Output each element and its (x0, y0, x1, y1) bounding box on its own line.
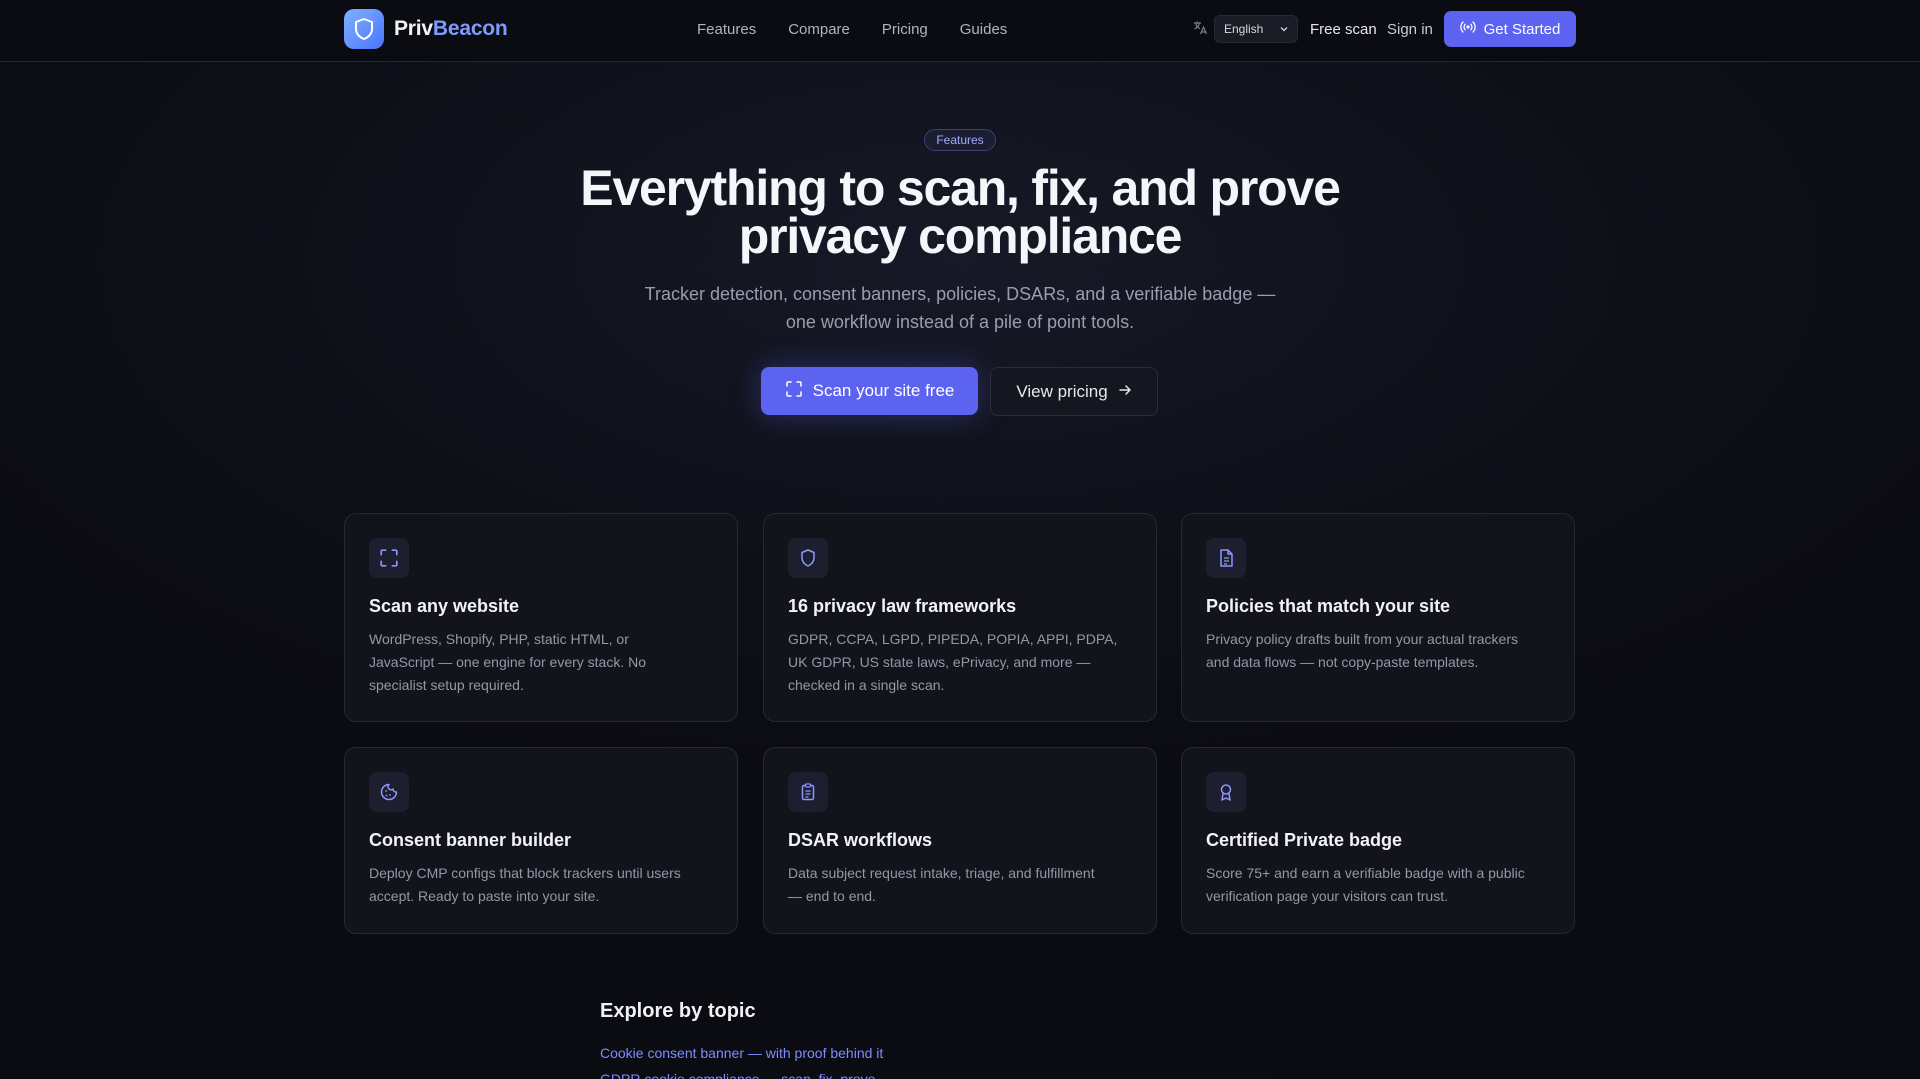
nav-link-compare[interactable]: Compare (788, 21, 850, 38)
nav-links: Features Compare Pricing Guides (697, 21, 1007, 38)
feature-card-scan: Scan any website WordPress, Shopify, PHP… (344, 513, 738, 722)
feature-description: GDPR, CCPA, LGPD, PIPEDA, POPIA, APPI, P… (788, 631, 1118, 693)
feature-description: Data subject request intake, triage, and… (788, 865, 1095, 904)
language-select[interactable]: English (1214, 15, 1298, 43)
broadcast-icon (1459, 19, 1476, 39)
feature-card-frameworks: 16 privacy law frameworks GDPR, CCPA, LG… (763, 513, 1157, 722)
title-line-1: Everything to scan, fix, and prove (580, 160, 1341, 216)
section-badge: Features (924, 129, 996, 151)
arrow-right-icon (1118, 382, 1132, 402)
view-pricing-button[interactable]: View pricing (990, 367, 1158, 416)
feature-description: Score 75+ and earn a verifiable badge wi… (1206, 865, 1525, 904)
feature-card-policies: Policies that match your site Privacy po… (1181, 513, 1575, 722)
shield-logo-icon (344, 9, 384, 49)
shield-icon (788, 538, 828, 578)
feature-description: Deploy CMP configs that block trackers u… (369, 865, 681, 904)
clipboard-icon (788, 772, 828, 812)
feature-card-dsar: DSAR workflows Data subject request inta… (763, 747, 1157, 934)
subtitle-line-1: Tracker detection, consent banners, poli… (644, 284, 1276, 304)
award-icon (1206, 772, 1246, 812)
language-value: English (1224, 22, 1264, 36)
free-scan-link[interactable]: Free scan (1310, 21, 1377, 38)
brand-name: PrivBeacon (394, 17, 508, 40)
scan-icon (369, 538, 409, 578)
topics-heading: Explore by topic (600, 1000, 756, 1022)
scan-site-label: Scan your site free (812, 381, 955, 400)
translate-icon (1192, 20, 1210, 38)
feature-description: Privacy policy drafts built from your ac… (1206, 631, 1518, 670)
scan-icon (785, 380, 803, 403)
brand-logo[interactable]: PrivBeacon (344, 9, 508, 49)
document-icon (1206, 538, 1246, 578)
feature-title: DSAR workflows (788, 830, 933, 850)
chevron-down-icon (1279, 23, 1289, 37)
nav-link-pricing[interactable]: Pricing (882, 21, 928, 38)
feature-card-consent: Consent banner builder Deploy CMP config… (344, 747, 738, 934)
get-started-button[interactable]: Get Started (1444, 11, 1576, 47)
feature-title: Certified Private badge (1206, 830, 1403, 850)
feature-title: Consent banner builder (369, 830, 572, 850)
sign-in-link[interactable]: Sign in (1387, 21, 1433, 38)
nav-link-features[interactable]: Features (697, 21, 756, 38)
feature-title: Scan any website (369, 596, 520, 616)
feature-description: WordPress, Shopify, PHP, static HTML, or… (369, 631, 647, 693)
feature-card-badge: Certified Private badge Score 75+ and ea… (1181, 747, 1575, 934)
nav-link-guides[interactable]: Guides (960, 21, 1008, 38)
view-pricing-label: View pricing (1016, 381, 1108, 401)
page-title: Everything to scan, fix, and prove priva… (460, 160, 1460, 264)
scan-site-button[interactable]: Scan your site free (761, 367, 978, 415)
topic-link-gdpr-cookies[interactable]: GDPR cookie compliance — scan, fix, prov… (600, 1071, 875, 1079)
topic-link-cookie-banner[interactable]: Cookie consent banner — with proof behin… (600, 1045, 883, 1061)
get-started-label: Get Started (1483, 20, 1561, 38)
cookie-icon (369, 772, 409, 812)
feature-title: 16 privacy law frameworks (788, 596, 1017, 616)
top-nav: PrivBeacon Features Compare Pricing Guid… (0, 0, 1920, 62)
feature-title: Policies that match your site (1206, 596, 1451, 616)
hero-subtitle: Tracker detection, consent banners, poli… (560, 280, 1360, 336)
subtitle-line-2: one workflow instead of a pile of point … (785, 312, 1135, 332)
title-line-2: privacy compliance (738, 208, 1183, 264)
